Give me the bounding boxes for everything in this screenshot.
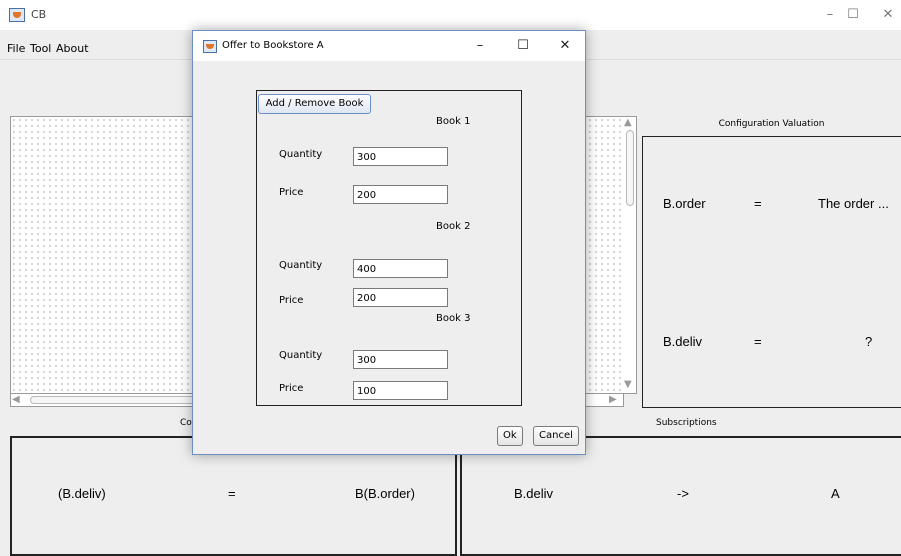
config-row-2-name: B.deliv xyxy=(663,334,703,349)
book-3-price-label: Price xyxy=(279,383,304,394)
constraint-name: (B.deliv) xyxy=(58,486,106,501)
ok-button[interactable]: Ok xyxy=(497,426,523,446)
scroll-left-icon[interactable]: ◀ xyxy=(12,394,20,406)
book-1-label: Book 1 xyxy=(436,116,471,127)
horizontal-scroll-thumb[interactable] xyxy=(30,396,200,404)
java-app-icon xyxy=(9,8,25,22)
vertical-scroll-thumb[interactable] xyxy=(626,130,634,206)
config-valuation-title: Configuration Valuation xyxy=(718,119,825,129)
config-row-2-value: ? xyxy=(865,334,873,349)
book-2-label: Book 2 xyxy=(436,221,471,232)
book-3-quantity-label: Quantity xyxy=(279,350,323,361)
menu-tool[interactable]: Tool xyxy=(30,42,51,55)
dialog-title: Offer to Bookstore A xyxy=(222,40,324,51)
dialog-minimize-button[interactable]: – xyxy=(460,33,500,59)
left-panel-title: Co xyxy=(180,418,192,428)
book-3-label: Book 3 xyxy=(436,313,471,324)
dialog-title-bar[interactable]: Offer to Bookstore A – ☐ ✕ xyxy=(193,31,585,61)
book-3-price-input[interactable]: 100 xyxy=(353,381,448,400)
menu-file[interactable]: File xyxy=(7,42,25,55)
java-dialog-icon xyxy=(203,40,217,53)
book-1-quantity-label: Quantity xyxy=(279,149,323,160)
config-row-1-op: = xyxy=(754,196,762,211)
subscription-value: A xyxy=(831,486,840,501)
config-row-1-value: The order ... xyxy=(818,196,889,211)
book-2-price-input[interactable]: 200 xyxy=(353,288,448,307)
close-button[interactable]: ✕ xyxy=(865,0,901,30)
subscription-name: B.deliv xyxy=(514,486,554,501)
book-1-price-label: Price xyxy=(279,187,304,198)
subscriptions-title: Subscriptions xyxy=(656,418,717,428)
book-2-quantity-label: Quantity xyxy=(279,260,323,271)
book-3-quantity-input[interactable]: 300 xyxy=(353,350,448,369)
constraint-value: B(B.order) xyxy=(355,486,415,501)
book-2-price-label: Price xyxy=(279,295,304,306)
book-2-quantity-input[interactable]: 400 xyxy=(353,259,448,278)
subscription-op: -> xyxy=(677,486,689,501)
constraint-op: = xyxy=(228,486,236,501)
config-row-1-name: B.order xyxy=(663,196,706,211)
scroll-down-icon[interactable]: ▼ xyxy=(624,379,632,391)
main-title-bar: CB – ☐ ✕ xyxy=(0,0,901,30)
config-row-2-op: = xyxy=(754,334,762,349)
scroll-up-icon[interactable]: ▲ xyxy=(624,117,632,129)
config-valuation-panel: B.order = The order ... B.deliv = ? xyxy=(642,136,901,408)
book-1-price-input[interactable]: 200 xyxy=(353,185,448,204)
offer-dialog: Offer to Bookstore A – ☐ ✕ Add / Remove … xyxy=(192,30,586,455)
add-remove-book-button[interactable]: Add / Remove Book xyxy=(258,94,371,114)
cancel-button[interactable]: Cancel xyxy=(533,426,579,446)
book-1-quantity-input[interactable]: 300 xyxy=(353,147,448,166)
scroll-right-icon[interactable]: ▶ xyxy=(609,394,617,406)
dialog-close-button[interactable]: ✕ xyxy=(545,33,585,59)
menu-about[interactable]: About xyxy=(56,42,89,55)
window-title: CB xyxy=(31,8,47,21)
dialog-maximize-button[interactable]: ☐ xyxy=(503,33,543,59)
